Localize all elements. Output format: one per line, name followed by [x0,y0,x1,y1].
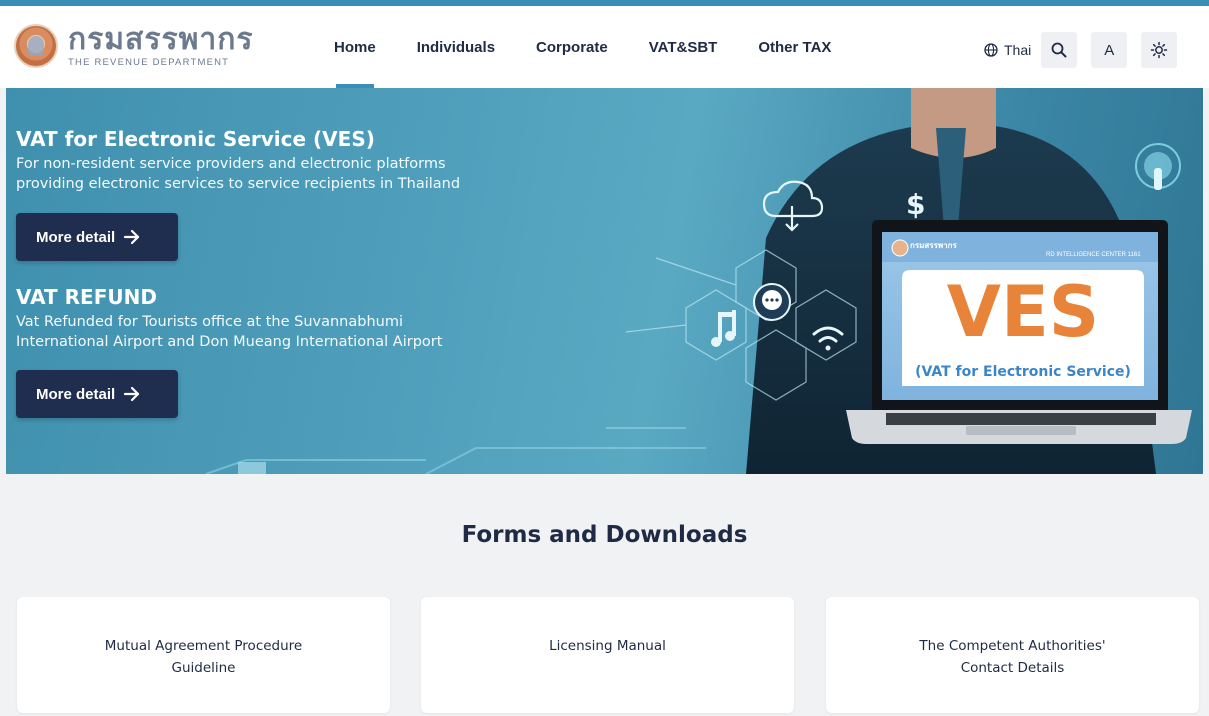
header-tools: Thai A [984,32,1178,68]
ves-desc-line2: providing electronic services to service… [16,176,461,192]
nav-vat-sbt[interactable]: VAT&SBT [649,6,718,88]
globe-icon [984,43,998,57]
language-label: Thai [1004,42,1032,58]
vat-refund-desc-line2: International Airport and Don Mueang Int… [16,334,443,350]
brightness-icon [1150,41,1168,59]
touch-icon [1135,143,1181,190]
site-logo[interactable]: กรมสรรพากร THE REVENUE DEPARTMENT [14,24,254,68]
laptop-ves-text: VES [946,271,1100,353]
laptop-contact: RD INTELLIGENCE CENTER 1161 [1046,252,1141,258]
nav-home[interactable]: Home [334,6,376,88]
vat-refund-more-detail-label: More detail [36,385,116,403]
nav-other-tax[interactable]: Other TAX [758,6,831,88]
ves-title: VAT for Electronic Service (VES) [16,127,375,151]
vat-refund-promo: VAT REFUND Vat Refunded for Tourists off… [16,284,442,352]
search-icon [1051,42,1067,58]
laptop-brand: กรมสรรพากร [910,241,957,250]
ves-more-detail-button[interactable]: More detail [16,213,178,261]
arrow-right-icon [124,386,140,402]
card-competent-authorities-contact[interactable]: The Competent Authorities' Contact Detai… [826,597,1199,713]
nav-corporate[interactable]: Corporate [536,6,608,88]
site-header: กรมสรรพากร THE REVENUE DEPARTMENT Home I… [0,6,1209,88]
language-switch[interactable]: Thai [984,42,1031,58]
vat-refund-title: VAT REFUND [16,285,157,309]
main-nav: Home Individuals Corporate VAT&SBT Other… [334,6,831,88]
dollar-icon: $ [906,188,925,221]
chat-icon [753,283,791,321]
revenue-seal-icon [14,24,58,68]
ves-more-detail-label: More detail [36,228,116,246]
music-icon [711,310,736,347]
font-size-button[interactable]: A [1091,32,1128,68]
logo-thai: กรมสรรพากร [68,21,254,57]
ves-desc-line1: For non-resident service providers and e… [16,156,446,172]
card-licensing-manual[interactable]: Licensing Manual [421,597,794,713]
theme-toggle-button[interactable] [1141,32,1178,68]
card-label-line1: The Competent Authorities' [919,638,1106,654]
card-mutual-agreement-procedure[interactable]: Mutual Agreement Procedure Guideline [17,597,390,713]
vat-refund-more-detail-button[interactable]: More detail [16,370,178,418]
card-label-line2: Contact Details [960,660,1065,676]
hero-banner: $ กรมสรรพากร RD INTELLIGENCE CENTER 1161… [6,88,1203,474]
ves-promo: VAT for Electronic Service (VES) For non… [16,126,460,194]
forms-section-title: Forms and Downloads [461,522,748,548]
logo-text: กรมสรรพากร THE REVENUE DEPARTMENT [68,21,254,68]
nav-individuals[interactable]: Individuals [417,6,495,88]
vat-refund-desc-line1: Vat Refunded for Tourists office at the … [16,314,403,330]
card-label-line2: Guideline [171,660,236,676]
arrow-right-icon [124,229,140,245]
logo-en: THE REVENUE DEPARTMENT [68,56,230,68]
laptop-ves-subtext: (VAT for Electronic Service) [915,364,1131,380]
card-label-line1: Mutual Agreement Procedure [104,638,303,654]
card-label-line1: Licensing Manual [549,638,666,654]
search-button[interactable] [1041,32,1078,68]
